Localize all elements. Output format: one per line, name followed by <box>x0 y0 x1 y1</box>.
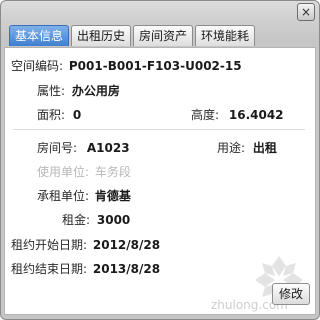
tab-room-assets[interactable]: 房间资产 <box>133 25 194 46</box>
area-value: 0 <box>72 108 82 122</box>
rent-label: 租金: <box>62 213 91 227</box>
height-value: 16.4042 <box>228 108 284 122</box>
attribute-value: 办公用房 <box>71 84 120 98</box>
lease-end-row: 租约结束日期: 2013/8/28 <box>11 260 160 277</box>
room-number-row: 房间号: A1023 <box>37 139 130 156</box>
close-button[interactable]: × <box>297 3 315 21</box>
user-unit-row: 使用单位: 车务段 <box>37 163 131 180</box>
tenant-value: 肯德基 <box>94 189 131 203</box>
purpose-row: 用途: 出租 <box>217 139 277 156</box>
tab-environment-energy[interactable]: 环境能耗 <box>195 25 256 46</box>
section-divider <box>13 129 305 130</box>
height-label: 高度: <box>191 108 220 122</box>
lease-start-row: 租约开始日期: 2012/8/28 <box>11 236 160 253</box>
purpose-label: 用途: <box>217 141 246 155</box>
attribute-label: 属性: <box>37 84 66 98</box>
basic-info-panel: 空间编码: P001-B001-F103-U002-15 属性: 办公用房 面积… <box>4 47 316 315</box>
user-unit-label: 使用单位: <box>37 165 90 179</box>
space-code-value: P001-B001-F103-U002-15 <box>68 59 242 73</box>
lease-start-label: 租约开始日期: <box>11 238 88 252</box>
tab-bar: 基本信息 出租历史 房间资产 环境能耗 <box>9 25 257 47</box>
tenant-row: 承租单位: 肯德基 <box>37 187 131 204</box>
tab-rental-history[interactable]: 出租历史 <box>71 25 132 46</box>
room-number-label: 房间号: <box>37 141 78 155</box>
rent-value: 3000 <box>96 213 131 227</box>
lease-start-value: 2012/8/28 <box>92 238 161 252</box>
height-row: 高度: 16.4042 <box>191 106 284 123</box>
lease-end-value: 2013/8/28 <box>92 262 161 276</box>
property-info-window: × 基本信息 出租历史 房间资产 环境能耗 空间编码: P001-B001-F1… <box>0 0 320 320</box>
close-icon: × <box>300 5 312 19</box>
attribute-row: 属性: 办公用房 <box>37 82 120 99</box>
space-code-row: 空间编码: P001-B001-F103-U002-15 <box>11 57 242 74</box>
user-unit-value: 车务段 <box>94 165 131 179</box>
space-code-label: 空间编码: <box>11 59 64 73</box>
rent-row: 租金: 3000 <box>62 211 130 228</box>
lease-end-label: 租约结束日期: <box>11 262 88 276</box>
tenant-label: 承租单位: <box>37 189 90 203</box>
purpose-value: 出租 <box>252 141 277 155</box>
area-label: 面积: <box>37 108 66 122</box>
edit-button[interactable]: 修改 <box>272 283 310 305</box>
area-row: 面积: 0 <box>37 106 81 123</box>
tab-basic-info[interactable]: 基本信息 <box>9 25 70 46</box>
room-number-value: A1023 <box>86 141 130 155</box>
